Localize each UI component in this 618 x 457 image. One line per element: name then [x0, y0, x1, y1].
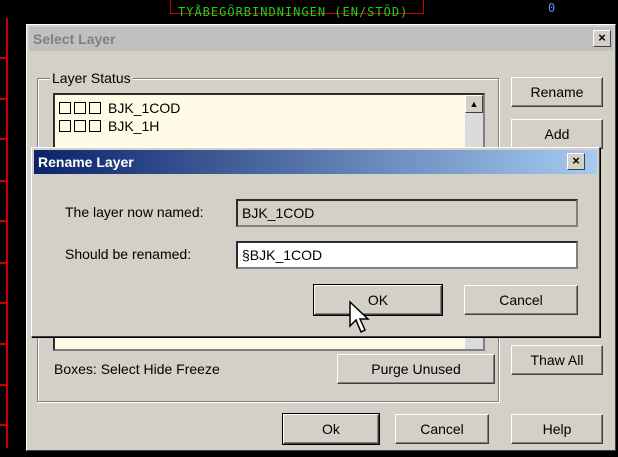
boxes-legend: Boxes: Select Hide Freeze	[54, 361, 220, 377]
close-icon: ×	[598, 30, 606, 45]
select-layer-titlebar[interactable]: Select Layer	[29, 27, 613, 51]
rename-label: Rename	[530, 84, 584, 100]
rename-to-label: Should be renamed:	[65, 246, 192, 262]
layer-name: BJK_1H	[108, 118, 160, 134]
select-layer-close-button[interactable]: ×	[593, 30, 611, 47]
rename-cancel-button[interactable]: Cancel	[464, 285, 578, 315]
cad-tick	[0, 180, 7, 182]
add-label: Add	[544, 126, 570, 142]
cad-tick	[0, 262, 7, 264]
rename-ok-button[interactable]: OK	[313, 284, 443, 316]
help-label: Help	[542, 421, 572, 437]
rename-layer-title: Rename Layer	[38, 154, 134, 170]
arrow-up-icon: ▲	[469, 99, 479, 109]
cad-tick	[0, 384, 7, 386]
purge-unused-button[interactable]: Purge Unused	[337, 354, 495, 384]
cad-tick	[0, 220, 7, 222]
cad-number: 0	[548, 1, 556, 15]
hide-checkbox[interactable]	[74, 120, 86, 132]
cad-tick	[0, 343, 7, 345]
list-item[interactable]: BJK_1H	[59, 117, 159, 135]
freeze-checkbox[interactable]	[89, 120, 101, 132]
select-layer-title: Select Layer	[33, 31, 116, 47]
hide-checkbox[interactable]	[74, 102, 86, 114]
cad-tick	[0, 424, 7, 426]
ok-button[interactable]: Ok	[282, 413, 380, 445]
purge-unused-label: Purge Unused	[371, 361, 461, 377]
cancel-button[interactable]: Cancel	[395, 414, 489, 444]
thaw-all-button[interactable]: Thaw All	[511, 345, 603, 375]
close-icon: ×	[572, 153, 580, 168]
cancel-label: Cancel	[420, 421, 464, 437]
current-layer-name-field: BJK_1COD	[236, 199, 578, 227]
list-item[interactable]: BJK_1COD	[59, 99, 180, 117]
cad-text: TYÅBEGÖRBINDNINGEN (EN/STÖD)	[178, 5, 409, 18]
rename-layer-titlebar[interactable]: Rename Layer	[34, 150, 597, 174]
rename-layer-dialog: Rename Layer × The layer now named: BJK_…	[31, 147, 600, 337]
select-checkbox[interactable]	[59, 102, 71, 114]
cad-tick	[0, 302, 7, 304]
layer-status-label: Layer Status	[50, 70, 133, 86]
add-button[interactable]: Add	[511, 119, 603, 149]
new-layer-name-input[interactable]: §BJK_1COD	[236, 241, 578, 269]
rename-button[interactable]: Rename	[511, 77, 603, 107]
cad-tick	[0, 57, 7, 59]
layer-name: BJK_1COD	[108, 100, 181, 116]
cad-tick	[0, 98, 7, 100]
now-named-label: The layer now named:	[65, 204, 204, 220]
help-button[interactable]: Help	[511, 414, 603, 444]
cad-tick	[0, 138, 7, 140]
new-layer-name-value: §BJK_1COD	[242, 247, 323, 263]
mouse-pointer-icon	[349, 300, 370, 334]
ok-label: Ok	[322, 421, 340, 437]
rename-layer-close-button[interactable]: ×	[567, 153, 585, 170]
current-layer-name-value: BJK_1COD	[242, 205, 315, 221]
select-checkbox[interactable]	[59, 120, 71, 132]
rename-cancel-label: Cancel	[499, 292, 543, 308]
freeze-checkbox[interactable]	[89, 102, 101, 114]
scroll-up-button[interactable]: ▲	[465, 95, 483, 113]
thaw-all-label: Thaw All	[530, 352, 584, 368]
